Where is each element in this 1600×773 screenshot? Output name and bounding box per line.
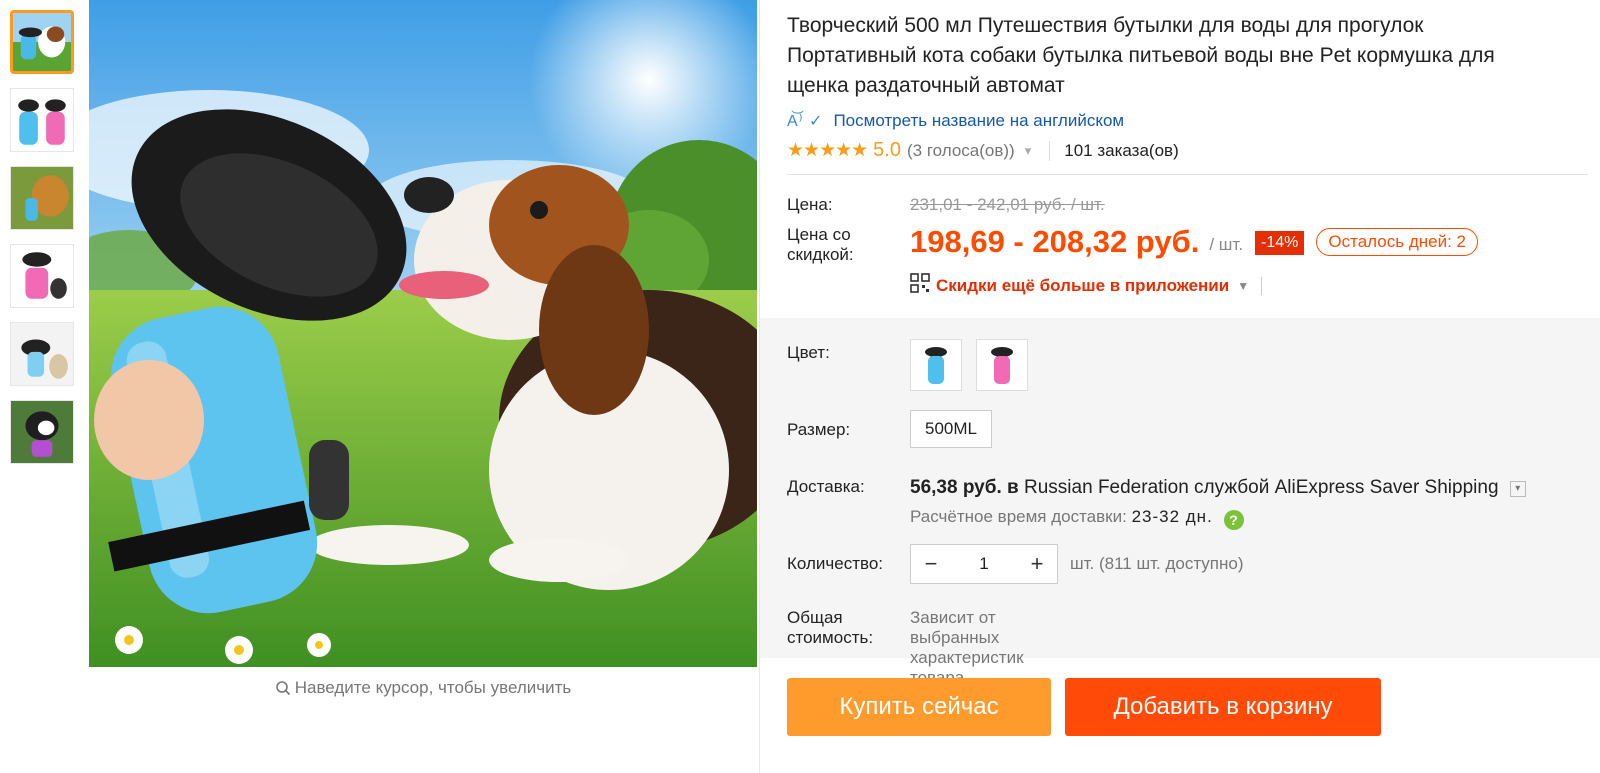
app-discount-link[interactable]: Скидки ещё больше в приложении xyxy=(936,276,1229,296)
original-price: 231,01 - 242,01 руб. / шт. xyxy=(910,195,1105,214)
size-label: Размер: xyxy=(787,420,851,439)
price-row: Цена: 231,01 - 242,01 руб. / шт. xyxy=(787,195,1587,215)
quantity-plus-button[interactable]: + xyxy=(1017,545,1057,583)
chevron-down-icon[interactable]: ▾ xyxy=(1025,143,1032,159)
rating-row: ★★★★★ 5.0 (3 голоса(ов)) ▾ 101 заказа(ов… xyxy=(787,139,1587,162)
rating-value: 5.0 xyxy=(873,139,901,161)
dog-drinking-image xyxy=(13,13,71,71)
caret-down-icon[interactable]: ▼ xyxy=(1237,279,1249,293)
days-left-badge: Осталось дней: 2 xyxy=(1316,228,1478,256)
delivery-time-label: Расчётное время доставки: xyxy=(910,507,1127,526)
discount-price-label: Цена со скидкой: xyxy=(787,225,854,264)
thumbnail-person-dog[interactable] xyxy=(10,400,74,464)
buy-now-button[interactable]: Купить сейчас xyxy=(787,678,1051,736)
quantity-available: шт. (811 шт. доступно) xyxy=(1070,554,1244,573)
discount-row: Цена со скидкой: 198,69 - 208,32 руб. / … xyxy=(787,225,1587,265)
quantity-label: Количество: xyxy=(787,554,884,573)
header-divider xyxy=(787,174,1588,175)
thumbnail-dog-drinking[interactable] xyxy=(10,10,74,74)
thumbnail-bottles[interactable] xyxy=(10,88,74,152)
delivery-days: 23-32 дн. xyxy=(1131,507,1213,526)
price-label: Цена: xyxy=(787,195,833,214)
color-swatch-blue[interactable] xyxy=(910,339,962,391)
pink-bottle-icon xyxy=(991,347,1013,384)
app-row-separator xyxy=(1261,276,1263,295)
golden-dog-image xyxy=(11,167,73,229)
dog-drinking-image xyxy=(89,0,757,667)
shipping-dropdown-icon[interactable]: ▾ xyxy=(1509,481,1526,497)
per-unit: / шт. xyxy=(1209,235,1244,254)
pink-bottle-image xyxy=(11,245,73,307)
color-swatch-pink[interactable] xyxy=(976,339,1028,391)
quantity-input[interactable]: 1 xyxy=(951,554,1017,574)
product-info: Творческий 500 мл Путешествия бутылки дл… xyxy=(787,0,1588,298)
shipping-info: 56,38 руб. в Russian Federation службой … xyxy=(910,477,1526,499)
shipping-label: Доставка: xyxy=(787,477,865,496)
app-discount-row[interactable]: Скидки ещё больше в приложении ▼ xyxy=(910,273,1587,298)
translate-icon: A͝⁾ ✓ xyxy=(787,113,824,130)
product-main-image[interactable] xyxy=(89,0,757,667)
blue-pink-bottles-image xyxy=(11,89,73,151)
zoom-hint: Наведите курсор, чтобы увеличить xyxy=(89,678,757,701)
thumbnail-golden-dog[interactable] xyxy=(10,166,74,230)
blue-bottle-icon xyxy=(925,347,947,384)
product-title: Творческий 500 мл Путешествия бутылки дл… xyxy=(787,14,1495,97)
zoom-hint-text: Наведите курсор, чтобы увеличить xyxy=(294,678,572,697)
quantity-minus-button[interactable]: − xyxy=(911,545,951,583)
thumbnail-bottle-cat[interactable] xyxy=(10,322,74,386)
votes-count[interactable]: (3 голоса(ов)) xyxy=(907,141,1015,161)
thumbnail-list xyxy=(10,10,78,478)
add-to-cart-button[interactable]: Добавить в корзину xyxy=(1065,678,1381,736)
total-label: Общая стоимость: xyxy=(787,608,874,647)
rating-stars: ★★★★★ xyxy=(787,140,868,161)
translate-link-text: Посмотреть название на английском xyxy=(833,111,1125,130)
discount-badge: -14% xyxy=(1255,231,1305,255)
size-button-500ml[interactable]: 500ML xyxy=(910,410,992,448)
help-icon[interactable]: ? xyxy=(1223,510,1244,530)
delivery-time: Расчётное время доставки: 23-32 дн. ? xyxy=(910,507,1244,530)
total-text: Зависит от выбранных характеристик товар… xyxy=(910,608,1024,687)
shipping-destination: Russian Federation службой AliExpress Sa… xyxy=(1024,477,1499,498)
orders-count: 101 заказа(ов) xyxy=(1064,140,1179,160)
color-label: Цвет: xyxy=(787,343,830,362)
qr-code-icon xyxy=(910,273,930,298)
bottle-cat-image xyxy=(11,323,73,385)
rating-separator xyxy=(1049,140,1051,161)
discount-price: 198,69 - 208,32 руб. xyxy=(910,224,1200,259)
quantity-stepper: − 1 + xyxy=(910,544,1058,584)
shipping-price: 56,38 руб. в xyxy=(910,477,1019,498)
magnifier-icon xyxy=(275,680,291,701)
thumbnail-pink-bottle[interactable] xyxy=(10,244,74,308)
translate-link[interactable]: A͝⁾ ✓ Посмотреть название на английском xyxy=(787,111,1587,131)
person-dog-image xyxy=(11,401,73,463)
